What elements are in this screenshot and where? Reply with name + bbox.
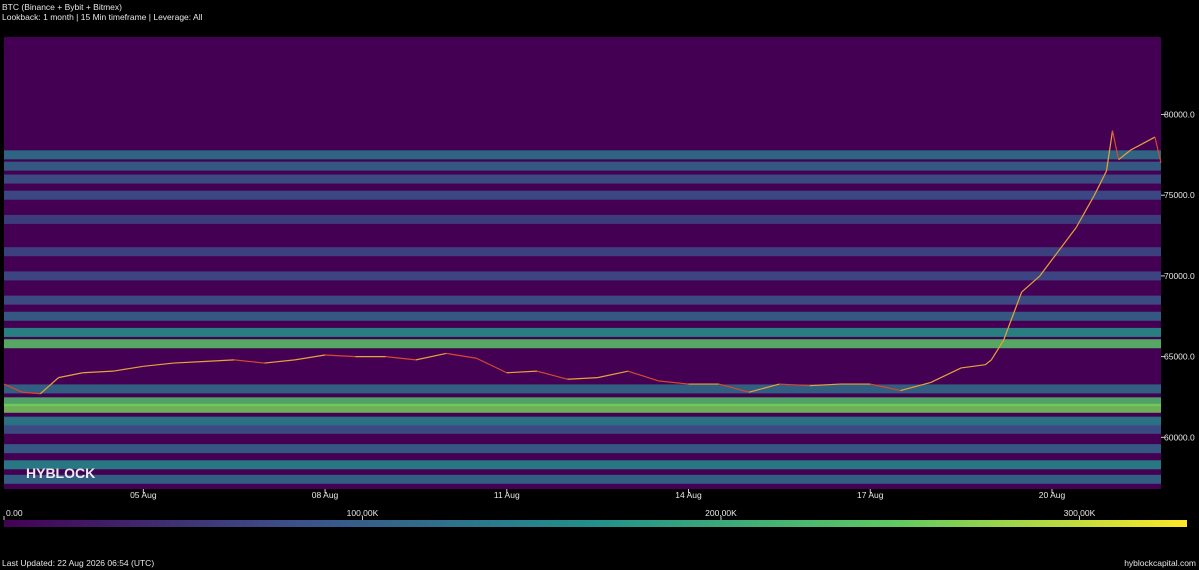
colorbar — [4, 520, 1187, 527]
liquidation-band — [4, 161, 1161, 171]
liquidation-band — [4, 327, 1161, 337]
x-tick-label: 17 Aug — [857, 490, 884, 500]
hyblock-watermark: HYBLOCK — [26, 465, 95, 481]
liquidation-band — [4, 174, 1161, 184]
y-tick-label: 75000.0 — [1164, 190, 1195, 200]
liquidation-band — [4, 460, 1161, 470]
y-tick-label: 70000.0 — [1164, 271, 1195, 281]
x-axis: 05 Aug 08 Aug 11 Aug 14 Aug 17 Aug 20 Aug — [130, 489, 1065, 500]
liquidation-band — [4, 150, 1161, 160]
y-tick-label: 80000.0 — [1164, 109, 1195, 119]
liquidation-band — [4, 214, 1161, 224]
y-tick-label: 60000.0 — [1164, 432, 1195, 442]
liquidation-band — [4, 339, 1161, 349]
liquidation-band — [4, 295, 1161, 305]
liquidation-band — [4, 416, 1161, 426]
site-link[interactable]: hyblockcapital.com — [1124, 558, 1196, 568]
x-tick-label: 11 Aug — [494, 490, 520, 500]
liquidation-band — [4, 474, 1161, 484]
liquidation-band — [4, 190, 1161, 200]
liquidation-band — [4, 384, 1161, 394]
liquidation-band — [4, 311, 1161, 321]
liquidation-band — [4, 403, 1161, 413]
colorbar-tick-label: 300.00K — [1064, 508, 1096, 518]
colorbar-tick-label: 100.00K — [347, 508, 379, 518]
y-axis: 60000.0 65000.0 70000.0 75000.0 80000.0 — [1161, 109, 1195, 442]
colorbar-ticks: 0.00 100.00K 200.00K 300.00K — [3, 508, 1096, 520]
x-tick-label: 14 Aug — [675, 490, 702, 500]
x-tick-label: 20 Aug — [1039, 490, 1066, 500]
y-tick-label: 65000.0 — [1164, 352, 1195, 362]
liquidation-band — [4, 271, 1161, 281]
colorbar-tick-label: 200.00K — [705, 508, 737, 518]
x-tick-label: 05 Aug — [130, 490, 157, 500]
last-updated: Last Updated: 22 Aug 2026 06:54 (UTC) — [2, 558, 155, 568]
liquidation-band — [4, 424, 1161, 434]
colorbar-tick-label: 0.00 — [6, 508, 23, 518]
liquidation-heatmap-chart[interactable]: HYBLOCK 60000.0 65000.0 70000.0 75000.0 8000… — [0, 0, 1199, 570]
liquidation-band — [4, 247, 1161, 257]
liquidation-band — [4, 444, 1161, 454]
x-tick-label: 08 Aug — [312, 490, 339, 500]
